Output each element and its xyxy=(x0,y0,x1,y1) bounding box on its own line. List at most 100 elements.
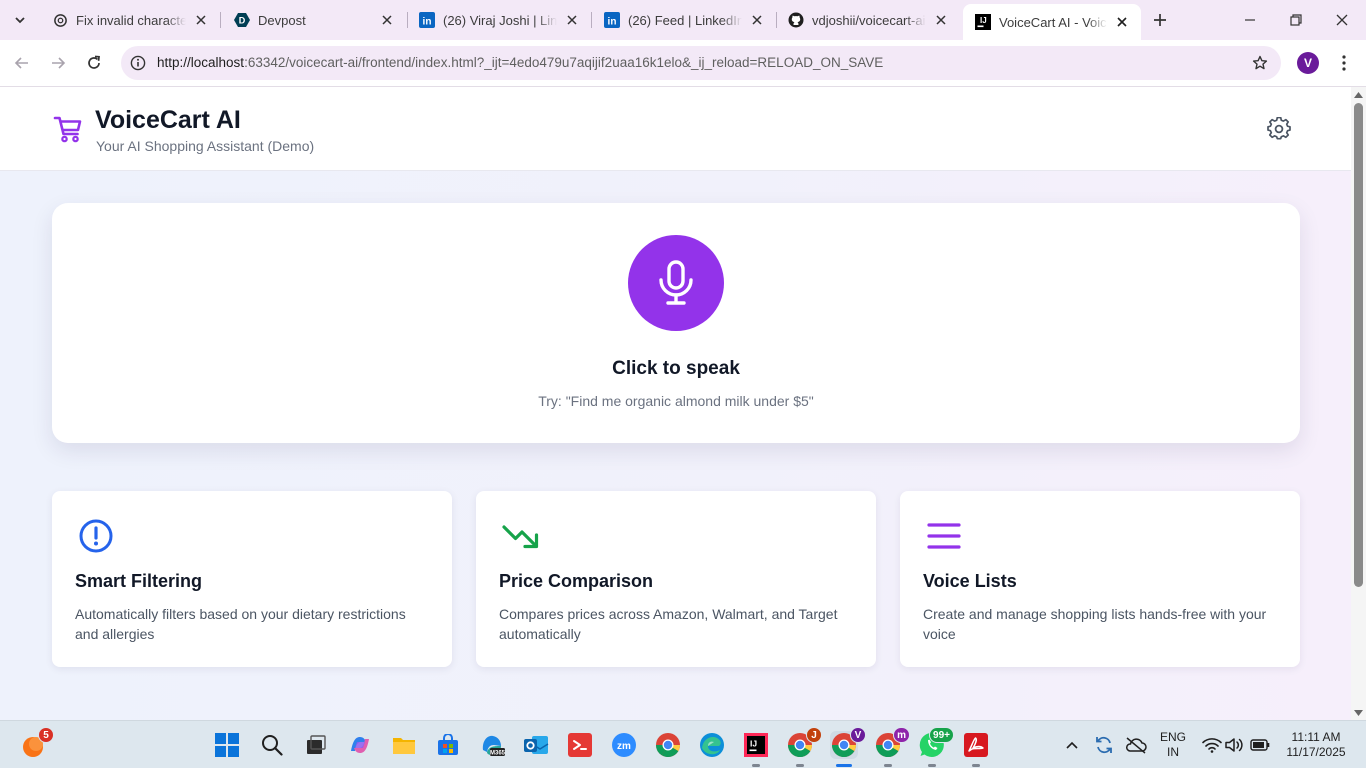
profile-badge: V xyxy=(850,727,866,743)
scroll-up-arrow-icon[interactable] xyxy=(1354,91,1363,99)
chrome-profile-m-button[interactable]: m xyxy=(874,727,910,767)
reload-button[interactable] xyxy=(80,49,108,77)
browser-tab[interactable]: in (26) Viraj Joshi | Linke xyxy=(407,4,591,36)
browser-tab[interactable]: D Devpost xyxy=(222,4,406,36)
close-tab-icon[interactable] xyxy=(563,11,581,29)
git-app-button[interactable] xyxy=(566,731,594,759)
microsoft-store-button[interactable] xyxy=(434,731,462,759)
scrollbar-thumb[interactable] xyxy=(1354,103,1363,587)
restore-icon xyxy=(1290,14,1302,26)
list-icon xyxy=(927,523,961,549)
url-host: http://localhost xyxy=(157,55,245,70)
devpost-icon: D xyxy=(234,12,250,28)
windows-taskbar: 5 M365 zm IJ J V m 99+ ENG IN 11:11 AM 1… xyxy=(0,720,1366,768)
whatsapp-button[interactable]: 99+ xyxy=(918,727,954,767)
close-tab-icon[interactable] xyxy=(748,11,766,29)
region-code: IN xyxy=(1167,745,1179,759)
sync-status-button[interactable] xyxy=(1090,731,1118,759)
file-explorer-button[interactable] xyxy=(390,731,418,759)
shopping-cart-icon xyxy=(53,116,82,143)
show-hidden-icons-button[interactable] xyxy=(1058,731,1086,759)
microphone-button[interactable] xyxy=(628,235,724,331)
taskbar-search-button[interactable] xyxy=(258,731,286,759)
chrome-button[interactable] xyxy=(654,731,682,759)
browser-toolbar: http://localhost:63342/voicecart-ai/fron… xyxy=(0,40,1366,86)
folder-icon xyxy=(393,738,415,754)
close-tab-icon[interactable] xyxy=(378,11,396,29)
clock-date: 11/17/2025 xyxy=(1286,745,1346,759)
copilot-button[interactable] xyxy=(346,731,374,759)
minimize-button[interactable] xyxy=(1228,6,1272,34)
new-tab-button[interactable] xyxy=(1148,8,1172,32)
speaker-icon xyxy=(1225,738,1243,752)
chrome-icon xyxy=(656,733,680,758)
outlook-button[interactable] xyxy=(522,731,550,759)
browser-tab[interactable]: vdjoshii/voicecart-ai xyxy=(776,4,960,36)
feature-description: Compares prices across Amazon, Walmart, … xyxy=(499,606,838,642)
close-tab-icon[interactable] xyxy=(932,11,950,29)
svg-text:in: in xyxy=(608,17,617,28)
weather-widget[interactable]: 5 xyxy=(20,727,54,759)
feature-title: Voice Lists xyxy=(923,571,1017,591)
browser-tab-active[interactable]: IJ VoiceCart AI - Voice S xyxy=(963,4,1141,40)
task-view-button[interactable] xyxy=(302,731,330,759)
site-info-icon[interactable] xyxy=(129,54,147,72)
browser-tab[interactable]: in (26) Feed | LinkedIn xyxy=(592,4,776,36)
microsoft-365-button[interactable]: M365 xyxy=(478,731,506,759)
browser-menu-button[interactable] xyxy=(1334,52,1354,74)
svg-text:D: D xyxy=(239,16,246,26)
git-icon xyxy=(568,733,592,757)
feature-description: Automatically filters based on your diet… xyxy=(75,606,406,642)
volume-button[interactable] xyxy=(1220,731,1248,759)
profile-avatar[interactable]: V xyxy=(1297,52,1319,74)
intellij-button[interactable]: IJ xyxy=(742,731,770,767)
language-indicator[interactable]: ENG IN xyxy=(1156,730,1190,760)
minimize-icon xyxy=(1245,19,1255,21)
scroll-down-arrow-icon[interactable] xyxy=(1354,709,1363,717)
forward-button[interactable] xyxy=(44,49,72,77)
tab-search-button[interactable] xyxy=(6,6,34,34)
arrow-left-icon xyxy=(14,57,28,69)
running-indicator xyxy=(752,764,760,767)
running-indicator xyxy=(796,764,804,767)
chevron-down-icon xyxy=(15,17,25,24)
tab-title: (26) Viraj Joshi | Linke xyxy=(443,12,557,28)
chrome-profile-j-button[interactable]: J xyxy=(786,727,822,767)
onedrive-status-button[interactable] xyxy=(1122,731,1150,759)
microphone-icon xyxy=(659,260,693,305)
close-icon xyxy=(1336,14,1348,26)
close-window-button[interactable] xyxy=(1320,6,1364,34)
clock[interactable]: 11:11 AM 11/17/2025 xyxy=(1278,730,1354,760)
tab-title: vdjoshii/voicecart-ai xyxy=(812,12,926,28)
jetbrains-icon: IJ xyxy=(975,14,991,30)
edge-button[interactable] xyxy=(698,731,726,759)
back-button[interactable] xyxy=(8,49,36,77)
address-bar[interactable]: http://localhost:63342/voicecart-ai/fron… xyxy=(121,46,1281,80)
close-tab-icon[interactable] xyxy=(192,11,210,29)
svg-text:in: in xyxy=(423,17,432,28)
running-indicator xyxy=(884,764,892,767)
browser-tab[interactable]: Fix invalid character e xyxy=(40,4,220,36)
page-scrollbar[interactable] xyxy=(1351,87,1366,720)
start-button[interactable] xyxy=(213,731,241,759)
feature-card-smart-filtering: Smart Filtering Automatically filters ba… xyxy=(52,491,452,667)
linkedin-icon: in xyxy=(604,12,620,28)
chrome-profile-v-button[interactable]: V xyxy=(830,727,866,767)
battery-button[interactable] xyxy=(1246,731,1274,759)
close-tab-icon[interactable] xyxy=(1113,13,1131,31)
linkedin-icon: in xyxy=(419,12,435,28)
bookmark-star-icon[interactable] xyxy=(1251,54,1269,72)
feature-card-voice-lists: Voice Lists Create and manage shopping l… xyxy=(900,491,1300,667)
active-indicator xyxy=(836,764,852,767)
plus-icon xyxy=(1154,14,1166,26)
restore-button[interactable] xyxy=(1274,6,1318,34)
voice-prompt-hint: Try: "Find me organic almond milk under … xyxy=(538,393,814,409)
cloud-off-icon xyxy=(1126,737,1147,754)
acrobat-button[interactable] xyxy=(962,731,990,767)
zoom-button[interactable]: zm xyxy=(610,731,638,759)
tab-title: VoiceCart AI - Voice S xyxy=(999,14,1107,30)
openai-icon xyxy=(52,12,68,28)
clock-time: 11:11 AM xyxy=(1291,730,1341,744)
sync-icon xyxy=(1096,736,1112,754)
settings-gear-icon[interactable] xyxy=(1267,117,1291,141)
